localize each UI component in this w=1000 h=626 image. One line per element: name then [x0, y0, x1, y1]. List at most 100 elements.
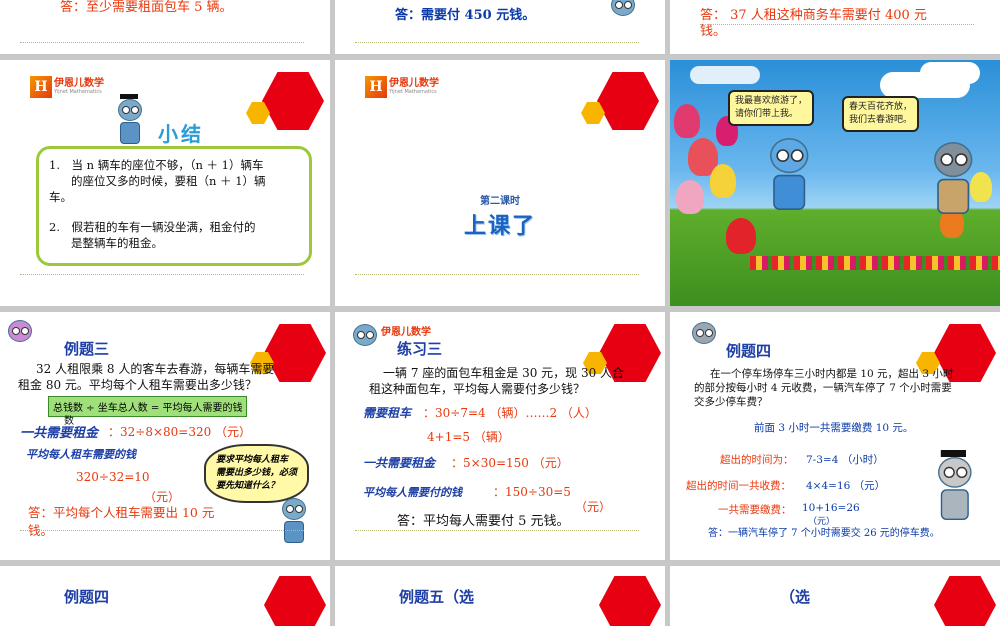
thought-line1: 要求平均每人租车	[216, 455, 289, 465]
slide-spring-picture[interactable]: 我最喜欢旅游了， 请你们带上我。 春天百花齐放， 我们去春游吧。	[670, 60, 1000, 306]
slide-title: 例题五（选	[399, 588, 475, 606]
calc-cars: ：30÷7=4 （辆）……2 （人）	[423, 406, 597, 420]
summary-item2-line2: 是整辆车的租金。	[71, 236, 163, 250]
answer: 答：一辆汽车停了 7 个小时需要交 26 元的停车费。	[708, 528, 940, 539]
step-line1: 前面 3 小时一共需要缴费 10 元。	[754, 422, 914, 434]
step4-label: 一共需要缴费：	[718, 504, 792, 516]
slide-row0-3[interactable]: 答： 37 人租这种商务车需要付 400 元 钱。	[670, 0, 1000, 54]
divider	[20, 42, 304, 43]
speech-bubble-1: 我最喜欢旅游了， 请你们带上我。	[728, 90, 815, 126]
tulip	[970, 172, 992, 202]
summary-item1-line1: 1. 当 n 辆车的座位不够，（n ＋ 1）辆车	[49, 158, 264, 172]
summary-item1-line2: 的座位又多的时候，要租（n ＋ 1）辆	[71, 174, 266, 188]
slide-row3-2[interactable]: 例题五（选	[335, 566, 665, 626]
slide-practice3[interactable]: 伊恩儿数学 练习三 一辆 7 座的面包车租金是 30 元，现 30 人合 租这种…	[335, 312, 665, 560]
tulip	[726, 218, 756, 254]
robot-mascot-icon	[611, 0, 635, 16]
divider	[355, 530, 639, 531]
slide-title: （选	[780, 588, 811, 606]
slide-example4[interactable]: 例题四 在一个停车场停车三小时内都是 10 元，超出 3 小时 的部分按每小时 …	[670, 312, 1000, 560]
problem-line2: 租金 80 元。平均每个人租车需要出多少钱？	[18, 378, 257, 392]
robot-mascot-icon	[282, 498, 306, 543]
red-hexagon-icon	[262, 72, 324, 130]
slide-row3-3[interactable]: （选	[670, 566, 1000, 626]
slide-row3-1[interactable]: 例题四	[0, 566, 330, 626]
divider	[355, 42, 639, 43]
brand-name: 伊恩儿数学	[389, 78, 439, 89]
problem-line1: 32 人租限乘 8 人的客车去春游，每辆车需要	[36, 362, 275, 376]
brand-logo: H 伊恩儿数学 Yijnet Mathematics	[365, 76, 439, 98]
answer-text-line1: 答： 37 人租这种商务车需要付 400 元	[700, 8, 927, 23]
logo-icon: H	[365, 76, 387, 98]
calc-cars2: 4+1=5 （辆）	[427, 430, 510, 444]
answer-line1: 答：平均每个人租车需要出 10 元	[28, 505, 215, 520]
label-cars: 需要租车	[363, 406, 412, 420]
slide-row0-1[interactable]: 答：至少需要租面包车 5 辆。	[0, 0, 330, 54]
calc-each-unit: （元）	[575, 500, 612, 514]
summary-box: 1. 当 n 辆车的座位不够，（n ＋ 1）辆车 的座位又多的时候，要租（n ＋…	[36, 146, 312, 266]
problem-line1: 在一个停车场停车三小时内都是 10 元，超出 3 小时	[710, 368, 954, 380]
step4-calc: 10+16=26	[802, 502, 860, 514]
label-each-cost: 平均每人需要付的钱	[363, 486, 462, 499]
example-title: 例题三	[64, 340, 110, 358]
red-hexagon-icon	[264, 576, 326, 626]
tulip	[710, 164, 736, 198]
step3-label: 超出的时间一共收费：	[686, 480, 791, 492]
calc-each-cost: 320÷32=10	[76, 470, 150, 484]
label-total-rent: 一共需要租金	[363, 456, 436, 470]
brand-sub: Yijnet Mathematics	[54, 89, 102, 95]
calc-total-rent: ：32÷8×80=320 （元）	[108, 425, 252, 439]
answer-text: 答：至少需要租面包车 5 辆。	[60, 0, 233, 15]
mascot-icon	[692, 322, 716, 344]
summary-item1-line3: 车。	[49, 190, 72, 204]
summary-title: 小结	[158, 122, 204, 146]
slide-row0-2[interactable]: 答：需要付 450 元钱。	[335, 0, 665, 54]
brand-name: 伊恩儿数学	[381, 327, 431, 338]
bubble2-line1: 春天百花齐放，	[849, 102, 913, 112]
tulip	[674, 104, 700, 138]
brand-sub: Yijnet Mathematics	[389, 89, 437, 95]
answer-text-line2: 钱。	[700, 24, 727, 39]
example-title: 例题四	[726, 342, 772, 360]
brand-logo: 伊恩儿数学	[381, 328, 431, 338]
calc-each-cost: ：150÷30=5	[493, 485, 571, 499]
lesson-title: 上课了	[463, 214, 536, 239]
step2-calc: 7-3=4 （小时）	[806, 454, 884, 466]
hint-formula-box: 总钱数 ÷ 坐车总人数 = 平均每人需要的钱	[48, 396, 248, 417]
thought-line2: 需要出多少钱，必须	[216, 468, 298, 478]
red-hexagon-icon	[934, 576, 996, 626]
tulip-field	[750, 256, 1000, 270]
bubble2-line2: 我们去春游吧。	[849, 115, 913, 125]
red-hexagon-icon	[599, 576, 661, 626]
thought-bubble: 要求平均每人租车 需要出多少钱，必须 要先知道什么？	[204, 444, 310, 503]
alien-character-icon	[934, 142, 973, 214]
label-total-rent: 一共需要租金	[20, 426, 99, 441]
slide-lesson-start[interactable]: H 伊恩儿数学 Yijnet Mathematics 第二课时 上课了	[335, 60, 665, 306]
professor-robot-icon	[938, 450, 972, 520]
slide-title: 例题四	[64, 588, 110, 606]
label-each-cost: 平均每人租车需要的钱	[26, 448, 136, 461]
slide-example3[interactable]: 例题三 32 人租限乘 8 人的客车去春游，每辆车需要 租金 80 元。平均每个…	[0, 312, 330, 560]
bubble1-line2: 请你们带上我。	[735, 109, 799, 119]
divider	[20, 274, 304, 275]
divider	[700, 24, 974, 25]
professor-robot-icon	[118, 94, 142, 144]
divider	[20, 530, 304, 531]
summary-item2-line1: 2. 假若租的车有一辆没坐满，租金付的	[49, 220, 256, 234]
mascot-icon	[8, 320, 32, 342]
lesson-subtitle: 第二课时	[480, 196, 520, 207]
answer: 答：平均每人需要付 5 元钱。	[397, 514, 570, 529]
problem-line2: 租这种面包车，平均每人需要付多少钱？	[369, 382, 586, 396]
slide-summary[interactable]: H 伊恩儿数学 Yijnet Mathematics 小结 1. 当 n 辆车的…	[0, 60, 330, 306]
step2-label: 超出的时间为：	[720, 454, 794, 466]
divider	[355, 274, 639, 275]
practice-title: 练习三	[397, 340, 443, 358]
cloud	[920, 62, 980, 84]
thought-line3: 要先知道什么？	[216, 481, 280, 491]
brand-name: 伊恩儿数学	[54, 78, 104, 89]
problem-line1: 一辆 7 座的面包车租金是 30 元，现 30 人合	[383, 366, 625, 380]
step3-calc: 4×4=16 （元）	[806, 480, 886, 492]
cloud	[690, 66, 760, 84]
mascot-icon	[353, 324, 377, 346]
tulip	[676, 180, 704, 214]
